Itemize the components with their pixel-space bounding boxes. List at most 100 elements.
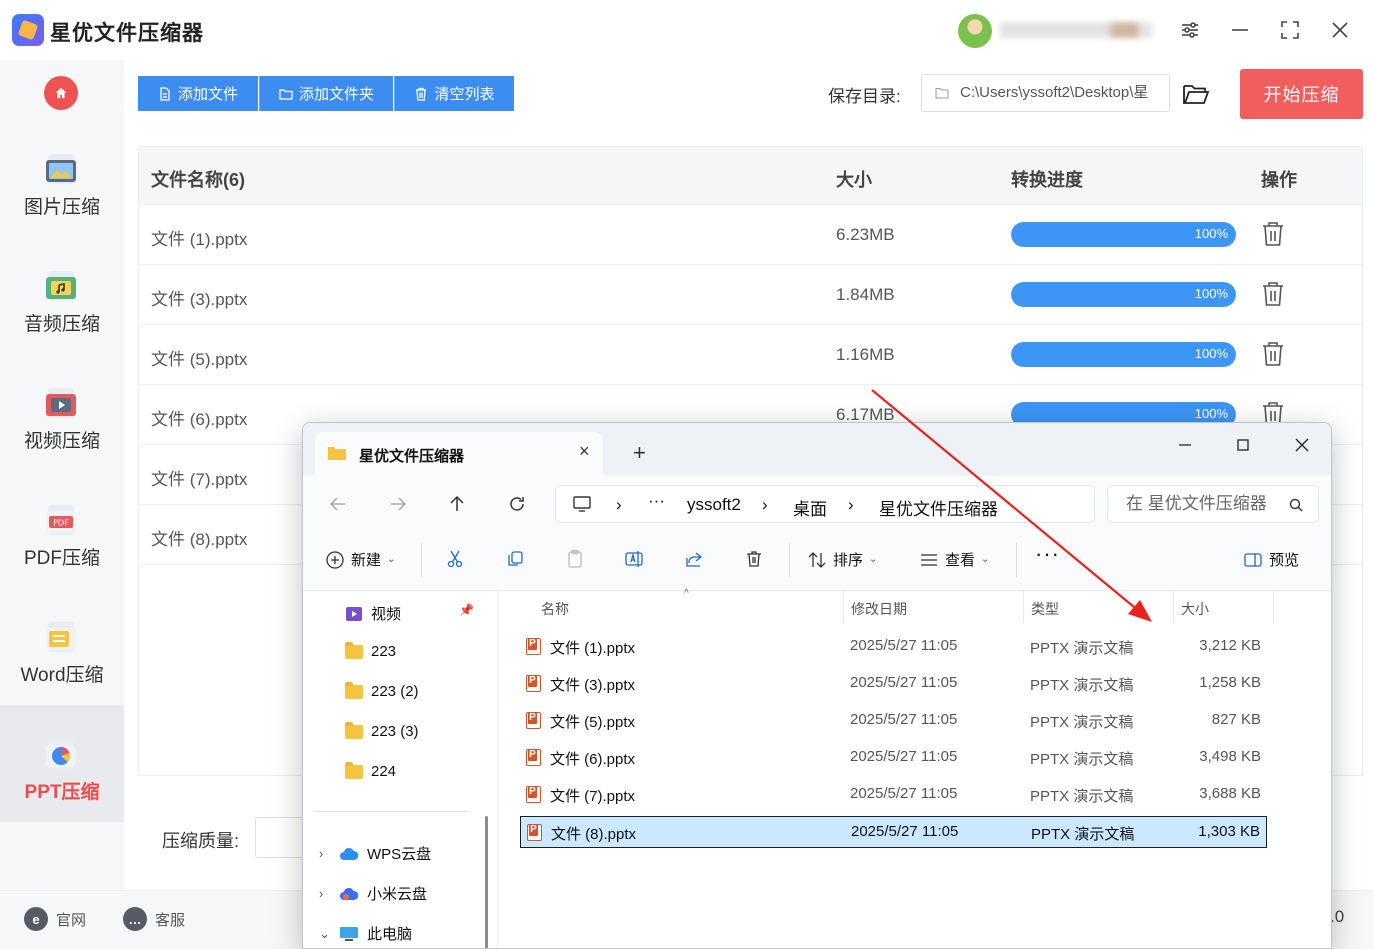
nav-drive-item[interactable]: › WPS云盘 <box>319 843 431 864</box>
preview-button[interactable]: 预览 <box>1243 549 1299 570</box>
start-compress-button[interactable]: 开始压缩 <box>1240 69 1363 119</box>
row-file-size: 1.16MB <box>836 345 895 364</box>
file-name: 文件 (5).pptx <box>550 714 636 731</box>
minimize-icon[interactable] <box>1173 433 1197 457</box>
cut-button[interactable] <box>445 549 465 569</box>
nav-item[interactable]: 223 <box>345 641 396 660</box>
folder-outline-icon <box>935 88 949 99</box>
file-row[interactable]: 文件 (3).pptx 2025/5/27 11:05 PPTX 演示文稿 1,258… <box>520 668 1267 700</box>
refresh-icon[interactable] <box>506 493 528 515</box>
column-type[interactable]: 类型 <box>1031 599 1059 619</box>
file-modified: 2025/5/27 11:05 <box>850 711 958 728</box>
chevron-right-icon: › <box>762 495 768 514</box>
back-arrow-icon[interactable] <box>327 493 349 515</box>
divider <box>1273 591 1274 623</box>
close-icon[interactable] <box>1325 15 1355 45</box>
nav-item-label: 223 (3) <box>371 723 419 740</box>
maximize-icon[interactable] <box>1275 15 1305 45</box>
file-row[interactable]: 文件 (6).pptx 2025/5/27 11:05 PPTX 演示文稿 3,498… <box>520 742 1267 774</box>
share-button[interactable] <box>684 549 704 569</box>
file-name: 文件 (8).pptx <box>551 826 637 843</box>
delete-row-icon[interactable] <box>1261 220 1285 248</box>
app-logo <box>12 14 44 46</box>
column-modified[interactable]: 修改日期 <box>851 599 907 619</box>
address-bar[interactable]: › ··· yssoft2 › 桌面 › 星优文件压缩器 <box>555 485 1095 523</box>
column-size[interactable]: 大小 <box>1181 599 1209 619</box>
file-row[interactable]: 文件 (7).pptx 2025/5/27 11:05 PPTX 演示文稿 3,688… <box>520 779 1267 811</box>
home-button[interactable] <box>44 76 78 110</box>
rename-button[interactable] <box>624 549 644 569</box>
file-row[interactable]: 文件 (1).pptx 2025/5/27 11:05 PPTX 演示文稿 3,212… <box>520 631 1267 663</box>
plus-circle-icon <box>326 550 344 569</box>
folder-icon <box>279 88 293 100</box>
sidebar-item-word[interactable]: Word压缩 <box>0 588 124 705</box>
divider <box>1173 591 1174 623</box>
forward-arrow-icon[interactable] <box>387 493 409 515</box>
new-button[interactable]: 新建 ⌄ <box>325 549 395 570</box>
quality-label: 压缩质量: <box>162 831 240 851</box>
user-avatar[interactable] <box>958 14 992 48</box>
sidebar-item-audio[interactable]: 音频压缩 <box>0 237 124 354</box>
sidebar-item-video[interactable]: 视频压缩 <box>0 354 124 471</box>
sort-button[interactable]: 排序 ⌄ <box>807 549 877 570</box>
maximize-icon[interactable] <box>1231 433 1255 457</box>
sidebar-item-ppt[interactable]: PPT压缩 <box>0 705 124 822</box>
official-site-icon: e <box>24 907 48 931</box>
more-options-icon[interactable]: ··· <box>1035 541 1060 567</box>
file-row[interactable]: 文件 (8).pptx 2025/5/27 11:05 PPTX 演示文稿 1,303… <box>520 816 1267 848</box>
delete-row-icon[interactable] <box>1261 340 1285 368</box>
more-path-icon[interactable]: ··· <box>648 491 665 511</box>
header-size: 大小 <box>836 170 872 190</box>
add-file-button[interactable]: 添加文件 <box>138 76 258 111</box>
paste-button[interactable] <box>565 549 585 569</box>
file-type: PPTX 演示文稿 <box>1030 677 1134 694</box>
sidebar-item-image[interactable]: 图片压缩 <box>0 120 124 237</box>
close-icon[interactable] <box>1290 433 1314 457</box>
delete-row-icon[interactable] <box>1261 280 1285 308</box>
table-row[interactable]: 文件 (5).pptx 1.16MB 100% <box>139 325 1362 385</box>
chevron-right-icon[interactable]: › <box>319 886 331 901</box>
nav-scrollbar[interactable] <box>485 816 488 948</box>
nav-item[interactable]: 223 (2) <box>345 681 419 700</box>
breadcrumb-yssoft2[interactable]: yssoft2 <box>687 495 741 515</box>
chevron-down-icon[interactable]: ⌄ <box>319 926 331 942</box>
chevron-right-icon[interactable]: › <box>319 846 331 861</box>
nav-item[interactable]: 224 <box>345 761 396 780</box>
folder-open-icon[interactable] <box>1181 80 1211 108</box>
close-tab-icon[interactable]: × <box>579 442 595 460</box>
search-box[interactable]: 在 星优文件压缩器 <box>1107 485 1319 523</box>
pptx-file-icon <box>526 786 541 803</box>
breadcrumb-current-folder[interactable]: 星优文件压缩器 <box>879 495 998 520</box>
explorer-tab[interactable]: 星优文件压缩器 × <box>315 432 603 475</box>
table-row[interactable]: 文件 (1).pptx 6.23MB 100% <box>139 205 1362 265</box>
minimize-icon[interactable] <box>1225 15 1255 45</box>
add-folder-button[interactable]: 添加文件夹 <box>259 76 393 111</box>
copy-button[interactable] <box>505 549 525 569</box>
pdf-compress-icon: PDF <box>46 505 76 535</box>
rename-icon <box>625 551 643 567</box>
new-tab-icon[interactable]: + <box>633 440 646 466</box>
file-row[interactable]: 文件 (5).pptx 2025/5/27 11:05 PPTX 演示文稿 827 K… <box>520 705 1267 737</box>
up-arrow-icon[interactable] <box>446 493 468 515</box>
chevron-down-icon: ⌄ <box>387 554 396 565</box>
table-row[interactable]: 文件 (3).pptx 1.84MB 100% <box>139 265 1362 325</box>
nav-drive-item[interactable]: ⌄ 此电脑 <box>319 923 412 944</box>
save-dir-input[interactable]: C:\Users\yssoft2\Desktop\星 <box>921 74 1170 112</box>
settings-icon[interactable] <box>1175 15 1205 45</box>
official-site-link[interactable]: e 官网 <box>24 907 86 931</box>
folder-icon <box>328 447 346 460</box>
column-name[interactable]: 名称 <box>541 599 569 619</box>
nav-drive-item[interactable]: › 小米云盘 <box>319 883 427 904</box>
new-label: 新建 <box>351 552 382 569</box>
nav-item[interactable]: 视频 📌 <box>345 603 474 624</box>
nav-item[interactable]: 223 (3) <box>345 721 419 740</box>
sidebar-item-pdf[interactable]: PDF PDF压缩 <box>0 471 124 588</box>
file-size: 3,688 KB <box>1199 785 1261 802</box>
view-button[interactable]: 查看 ⌄ <box>919 549 989 570</box>
delete-button[interactable] <box>744 549 764 569</box>
nav-drive-label: 此电脑 <box>367 926 413 943</box>
explorer-command-bar: 新建 ⌄ 排序 ⌄ 查看 ⌄ ··· 预览 <box>303 531 1331 591</box>
clear-list-button[interactable]: 清空列表 <box>394 76 514 111</box>
support-link[interactable]: … 客服 <box>123 907 185 931</box>
breadcrumb-desktop[interactable]: 桌面 <box>793 495 827 520</box>
